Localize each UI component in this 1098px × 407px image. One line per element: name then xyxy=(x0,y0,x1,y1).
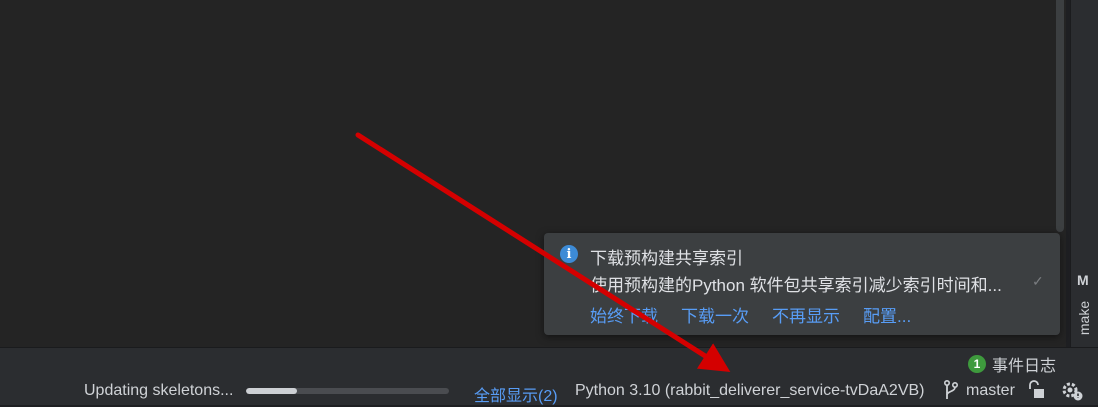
show-all-tasks-link[interactable]: 全部显示(2) xyxy=(474,382,558,406)
event-log-label: 事件日志 xyxy=(992,358,1057,375)
always-download-link[interactable]: 始终下载 xyxy=(590,302,658,327)
settings-gear-icon[interactable] xyxy=(1060,380,1084,407)
notification-body: 使用预构建的Python 软件包共享索引减少索引时间和... xyxy=(590,276,1002,295)
notification-title: 下载预构建共享索引 xyxy=(590,249,743,268)
configure-link[interactable]: 配置... xyxy=(863,302,911,327)
dont-show-again-link[interactable]: 不再显示 xyxy=(772,302,840,327)
python-interpreter-selector[interactable]: Python 3.10 (rabbit_deliverer_service-tv… xyxy=(575,382,925,400)
background-task-text: Updating skeletons... xyxy=(84,382,234,399)
git-branch-label[interactable]: master xyxy=(966,382,1015,400)
check-icon: ✓ xyxy=(1032,273,1044,289)
make-icon: M xyxy=(1077,272,1089,288)
event-count-badge: 1 xyxy=(968,355,986,373)
shared-index-notification: i 下载预构建共享索引 使用预构建的Python 软件包共享索引减少索引时间和.… xyxy=(544,233,1060,335)
editor-scrollbar-thumb[interactable] xyxy=(1056,0,1064,232)
notification-actions: 始终下载 下载一次 不再显示 配置... xyxy=(590,302,911,327)
task-progress-bar xyxy=(246,388,449,394)
info-icon: i xyxy=(560,245,578,263)
task-progress-fill xyxy=(246,388,297,394)
unlock-icon[interactable] xyxy=(1028,380,1046,405)
make-tool-button[interactable]: M make xyxy=(1072,270,1096,338)
download-once-link[interactable]: 下载一次 xyxy=(681,302,749,327)
make-tool-label: make xyxy=(1076,300,1092,336)
git-branch-icon[interactable] xyxy=(943,379,959,405)
event-log-button[interactable]: 1 事件日志 xyxy=(968,352,1056,376)
